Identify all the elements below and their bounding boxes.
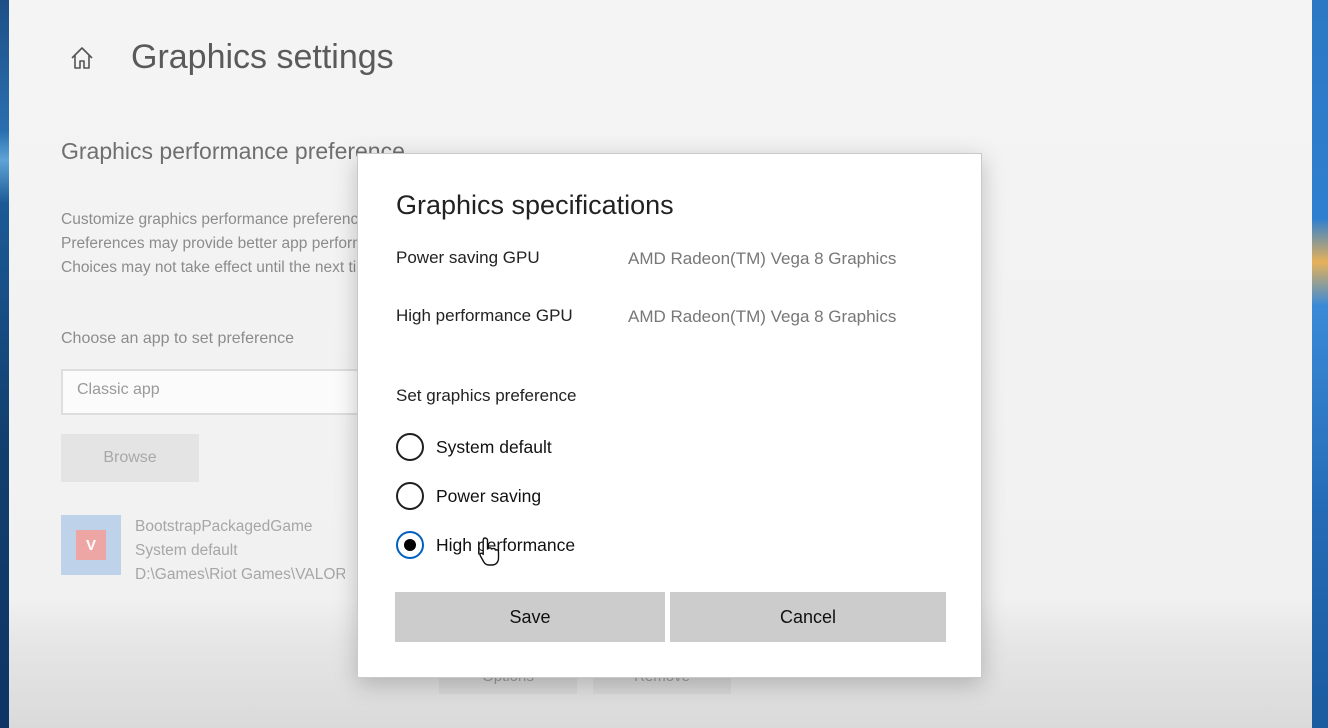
section-description: Customize graphics performance preferenc… [61, 208, 361, 280]
desktop-wallpaper-left [0, 0, 9, 728]
app-preference: System default [135, 542, 238, 559]
browse-button[interactable]: Browse [61, 434, 199, 482]
high-performance-gpu-label: High performance GPU [396, 306, 573, 325]
app-info: BootstrapPackagedGame System default D:\… [135, 515, 345, 587]
radio-high-performance[interactable]: High performance [396, 531, 575, 559]
app-type-select[interactable]: Classic app [61, 369, 381, 415]
description-line: Preferences may provide better app perfo… [61, 235, 361, 252]
description-line: Customize graphics performance preferenc… [61, 211, 361, 228]
description-line: Choices may not take effect until the ne… [61, 259, 361, 276]
choose-app-label: Choose an app to set preference [61, 330, 295, 347]
radio-power-saving[interactable]: Power saving [396, 482, 541, 510]
save-button[interactable]: Save [395, 592, 665, 642]
dialog-title: Graphics specifications [396, 190, 674, 220]
power-saving-gpu-label: Power saving GPU [396, 248, 540, 267]
high-performance-gpu-value: AMD Radeon(TM) Vega 8 Graphics [628, 307, 897, 326]
radio-button[interactable] [396, 433, 424, 461]
power-saving-gpu-value: AMD Radeon(TM) Vega 8 Graphics [628, 249, 897, 268]
page-title: Graphics settings [131, 38, 394, 76]
radio-system-default[interactable]: System default [396, 433, 552, 461]
radio-label: High performance [436, 534, 576, 555]
radio-button[interactable] [396, 482, 424, 510]
section-title: Graphics performance preference [61, 138, 405, 164]
graphics-preference-label: Set graphics preference [396, 386, 577, 405]
app-path: D:\Games\Riot Games\VALORANT [135, 566, 345, 583]
app-name: BootstrapPackagedGame [135, 518, 313, 535]
app-list-item[interactable]: V BootstrapPackagedGame System default D… [61, 515, 345, 587]
page-header: Graphics settings [69, 38, 394, 77]
home-icon[interactable] [69, 45, 95, 71]
desktop-wallpaper-right [1312, 0, 1328, 728]
cancel-button[interactable]: Cancel [670, 592, 946, 642]
radio-label: System default [436, 436, 552, 457]
radio-button-selected[interactable] [396, 531, 424, 559]
valorant-app-icon: V [61, 515, 121, 575]
radio-label: Power saving [436, 485, 542, 506]
graphics-spec-dialog: Graphics specifications Power saving GPU… [357, 153, 982, 678]
